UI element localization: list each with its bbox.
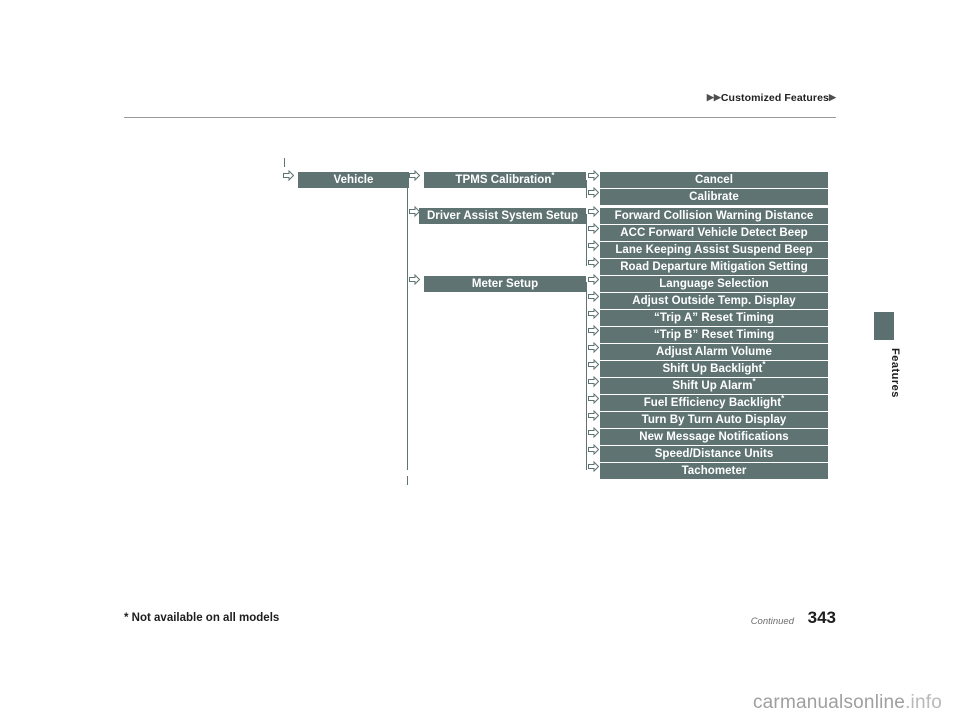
node-acc-forward-vehicle-detect-beep[interactable]: ACC Forward Vehicle Detect Beep — [600, 225, 828, 241]
arrow-to-new-message-notifications-icon — [588, 427, 599, 439]
node-shift-up-alarm[interactable]: Shift Up Alarm* — [600, 378, 828, 394]
node-fuel-efficiency-backlight[interactable]: Fuel Efficiency Backlight* — [600, 395, 828, 411]
node-meter-setup[interactable]: Meter Setup — [424, 276, 586, 292]
arrow-to-fuel-efficiency-backlight-icon — [588, 393, 599, 405]
tree-bottom-tick — [407, 476, 408, 485]
arrow-to-vehicle-icon — [283, 170, 294, 182]
node-vehicle-label: Vehicle — [333, 174, 374, 186]
node-adjust-alarm-volume[interactable]: Adjust Alarm Volume — [600, 344, 828, 360]
node-speed-distance-units[interactable]: Speed/Distance Units — [600, 446, 828, 462]
arrow-to-adjust-outside-temp-display-icon — [588, 291, 599, 303]
node-language-selection-label: Language Selection — [659, 278, 769, 290]
node-tachometer[interactable]: Tachometer — [600, 463, 828, 479]
node-calibrate-label: Calibrate — [689, 191, 739, 203]
arrow-to-adjust-alarm-volume-icon — [588, 342, 599, 354]
node-language-selection[interactable]: Language Selection — [600, 276, 828, 292]
watermark: carmanualsonline.info — [753, 692, 942, 714]
arrow-to-meter-setup-icon — [409, 274, 420, 286]
node-forward-collision-warning-distance[interactable]: Forward Collision Warning Distance — [600, 208, 828, 224]
arrow-to-trip-b-reset-timing-icon — [588, 325, 599, 337]
node-new-message-notifications[interactable]: New Message Notifications — [600, 429, 828, 445]
arrow-to-shift-up-alarm-icon — [588, 376, 599, 388]
arrow-to-tpms-calibration-icon — [409, 170, 420, 182]
node-adjust-alarm-volume-label: Adjust Alarm Volume — [656, 346, 772, 358]
node-cancel-label: Cancel — [694, 174, 733, 186]
tree-spine-meter-setup-group — [586, 282, 587, 470]
tree-top-tick — [284, 158, 285, 167]
tree-spine-col2 — [407, 188, 408, 470]
page-number: 343 — [807, 608, 836, 627]
node-trip-a-reset-timing-label: “Trip A” Reset Timing — [654, 312, 774, 324]
node-adjust-outside-temp-display-label: Adjust Outside Temp. Display — [632, 295, 796, 307]
arrow-to-forward-collision-warning-distance-icon — [588, 206, 599, 218]
node-lane-keeping-assist-suspend-beep[interactable]: Lane Keeping Assist Suspend Beep — [600, 242, 828, 258]
node-lane-keeping-assist-suspend-beep-label: Lane Keeping Assist Suspend Beep — [615, 244, 813, 256]
node-calibrate[interactable]: Calibrate — [600, 189, 828, 205]
arrow-to-language-selection-icon — [588, 274, 599, 286]
arrow-to-turn-by-turn-auto-display-icon — [588, 410, 599, 422]
node-cancel[interactable]: Cancel — [600, 172, 828, 188]
arrow-to-road-departure-mitigation-setting-icon — [588, 257, 599, 269]
node-turn-by-turn-auto-display[interactable]: Turn By Turn Auto Display — [600, 412, 828, 428]
node-shift-up-backlight[interactable]: Shift Up Backlight* — [600, 361, 828, 377]
node-fuel-efficiency-backlight-label: Fuel Efficiency Backlight — [643, 397, 782, 409]
node-tpms-calibration-label: TPMS Calibration — [455, 174, 552, 186]
arrow-to-trip-a-reset-timing-icon — [588, 308, 599, 320]
node-trip-a-reset-timing[interactable]: “Trip A” Reset Timing — [600, 310, 828, 326]
node-forward-collision-warning-distance-label: Forward Collision Warning Distance — [614, 210, 814, 222]
footnote: * Not available on all models — [124, 612, 280, 624]
node-vehicle[interactable]: Vehicle — [298, 172, 409, 188]
node-new-message-notifications-label: New Message Notifications — [639, 431, 789, 443]
arrow-to-lane-keeping-assist-suspend-beep-icon — [588, 240, 599, 252]
node-tpms-calibration-note: * — [551, 172, 555, 181]
node-road-departure-mitigation-setting-label: Road Departure Mitigation Setting — [620, 261, 808, 273]
node-adjust-outside-temp-display[interactable]: Adjust Outside Temp. Display — [600, 293, 828, 309]
node-acc-forward-vehicle-detect-beep-label: ACC Forward Vehicle Detect Beep — [620, 227, 808, 239]
node-trip-b-reset-timing-label: “Trip B” Reset Timing — [653, 329, 775, 341]
continued-label: Continued — [750, 616, 794, 627]
tree-spine-driver-assist-group — [586, 214, 587, 266]
arrow-to-tachometer-icon — [588, 461, 599, 473]
arrow-to-shift-up-backlight-icon — [588, 359, 599, 371]
node-shift-up-backlight-note: * — [762, 361, 766, 370]
node-tachometer-label: Tachometer — [681, 465, 747, 477]
node-tpms-calibration[interactable]: TPMS Calibration* — [424, 172, 586, 188]
tree-spine-tpms-group — [586, 180, 587, 198]
node-fuel-efficiency-backlight-note: * — [781, 395, 785, 404]
arrow-to-calibrate-icon — [588, 187, 599, 199]
node-meter-setup-label: Meter Setup — [471, 278, 539, 290]
node-shift-up-alarm-note: * — [752, 378, 756, 387]
watermark-suffix: .info — [905, 692, 942, 713]
arrow-to-cancel-icon — [588, 170, 599, 182]
node-speed-distance-units-label: Speed/Distance Units — [654, 448, 774, 460]
node-driver-assist-system-setup-label: Driver Assist System Setup — [426, 210, 579, 222]
node-road-departure-mitigation-setting[interactable]: Road Departure Mitigation Setting — [600, 259, 828, 275]
node-turn-by-turn-auto-display-label: Turn By Turn Auto Display — [641, 414, 787, 426]
node-trip-b-reset-timing[interactable]: “Trip B” Reset Timing — [600, 327, 828, 343]
node-driver-assist-system-setup[interactable]: Driver Assist System Setup — [419, 208, 586, 224]
node-shift-up-backlight-label: Shift Up Backlight — [662, 363, 763, 375]
arrow-to-speed-distance-units-icon — [588, 444, 599, 456]
watermark-text: carmanualsonline — [752, 692, 906, 713]
node-shift-up-alarm-label: Shift Up Alarm — [672, 380, 753, 392]
arrow-to-acc-forward-vehicle-detect-beep-icon — [588, 223, 599, 235]
